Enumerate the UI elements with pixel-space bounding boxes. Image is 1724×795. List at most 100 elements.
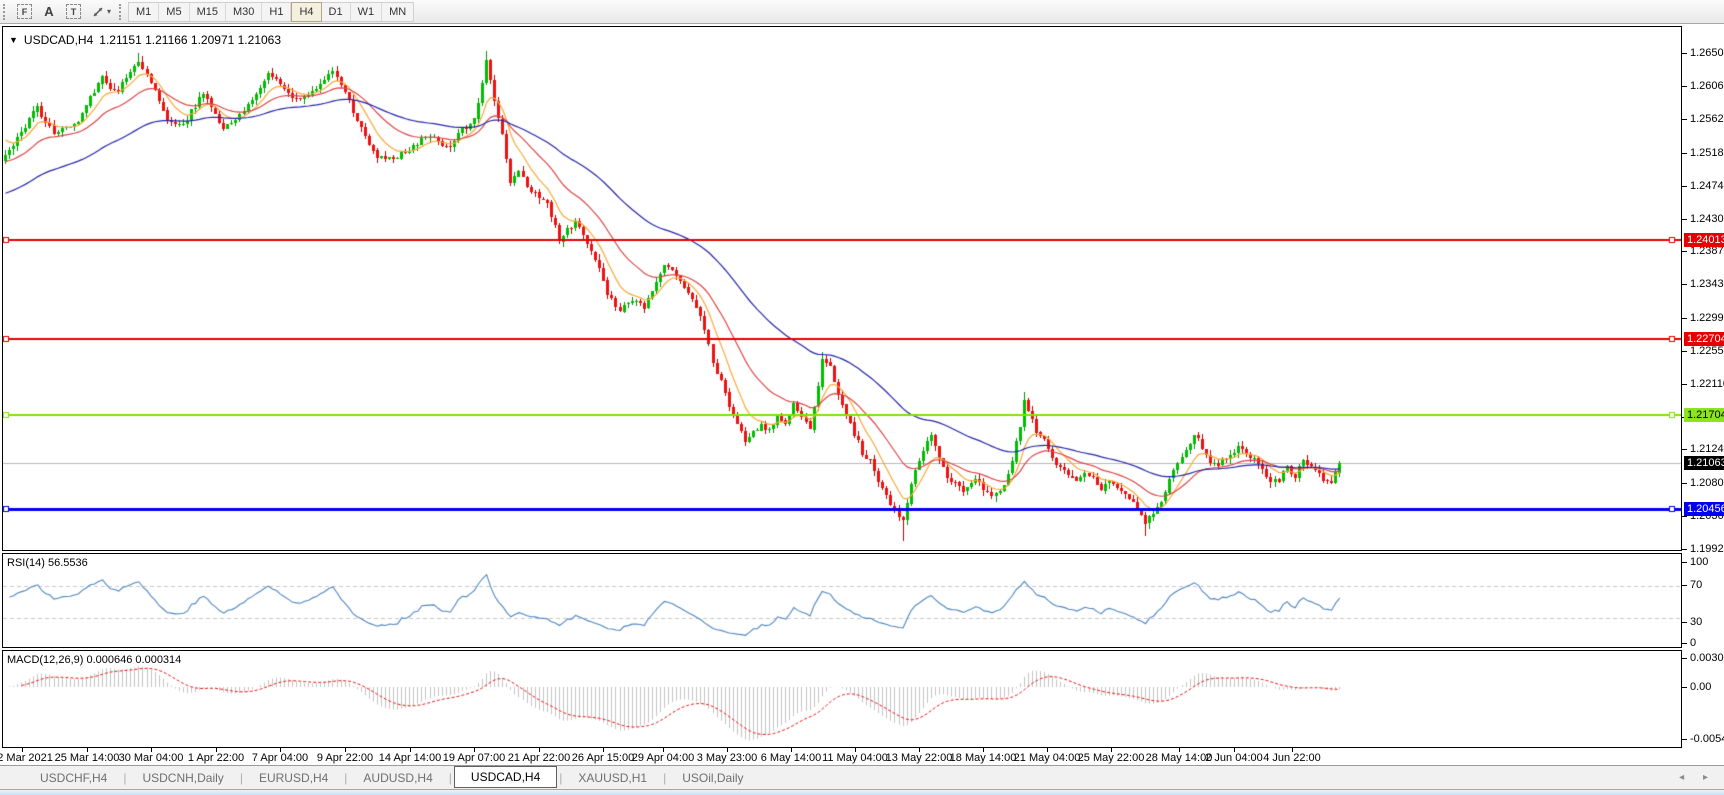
text-t-icon: T	[66, 4, 81, 19]
price-tick-tick	[1682, 351, 1687, 352]
macd-tick-tick	[1682, 687, 1687, 688]
price-tick-label: 1.25180	[1690, 147, 1724, 159]
timeframe-button-M15[interactable]: M15	[190, 3, 226, 21]
price-axis[interactable]: 1.26500 1.26060 1.25620 1.25180 1.24740 1.243…	[1682, 24, 1724, 750]
rsi-tick-tick	[1682, 643, 1687, 644]
timeframe-button-M1[interactable]: M1	[129, 3, 159, 21]
tab-divider: |	[557, 771, 564, 785]
arrow-objects-button[interactable]: ▾	[87, 2, 115, 22]
timeframe-button-MN[interactable]: MN	[382, 3, 413, 21]
timeframe-button-M5[interactable]: M5	[159, 3, 189, 21]
timeframe-button-D1[interactable]: D1	[322, 3, 351, 21]
main-chart-canvas[interactable]	[3, 27, 1681, 550]
date-label: 21 May 04:00	[1014, 752, 1081, 764]
hline-price-label: 1.20456	[1684, 502, 1724, 516]
price-tick-tick	[1682, 449, 1687, 450]
timeframe-button-W1[interactable]: W1	[351, 3, 383, 21]
rsi-tick-label: 70	[1690, 579, 1702, 591]
tab-divider: |	[447, 771, 454, 785]
macd-panel: MACD(12,26,9) 0.000646 0.000314	[2, 650, 1682, 748]
price-tick-tick	[1682, 483, 1687, 484]
hline-price-label: 1.22704	[1684, 332, 1724, 346]
price-tick-label: 1.24300	[1690, 213, 1724, 225]
rsi-tick-tick	[1682, 585, 1687, 586]
price-tick-label: 1.26060	[1690, 80, 1724, 92]
time-axis[interactable]: 22 Mar 202125 Mar 14:0030 Mar 04:001 Apr…	[2, 748, 1682, 765]
mt4-window: { "toolbar": { "icons": [ {"name": "char…	[0, 0, 1724, 795]
date-label: 11 May 04:00	[822, 752, 888, 764]
price-tick-label: 1.26500	[1690, 47, 1724, 59]
date-label: 19 Apr 07:00	[443, 752, 505, 764]
chart-ohlc: 1.21151 1.21166 1.20971 1.21063	[99, 33, 281, 47]
price-tick-tick	[1682, 86, 1687, 87]
price-tick-tick	[1682, 318, 1687, 319]
macd-tick-tick	[1682, 658, 1687, 659]
price-tick-label: 1.21240	[1690, 443, 1724, 455]
rsi-tick-label: 100	[1690, 556, 1708, 568]
price-tick-tick	[1682, 53, 1687, 54]
rsi-label: RSI(14) 56.5536	[7, 557, 88, 569]
date-label: 28 May 14:00	[1146, 752, 1213, 764]
tab-usoil-daily[interactable]: USOil,Daily	[668, 768, 757, 788]
toolbar-grip[interactable]	[119, 4, 124, 20]
hline-price-label: 1.24013	[1684, 233, 1724, 247]
date-label: 4 Jun 22:00	[1263, 752, 1321, 764]
tab-xauusd-h1[interactable]: XAUUSD,H1	[564, 768, 661, 788]
price-tick-label: 1.25620	[1690, 113, 1724, 125]
symbol-dropdown-icon[interactable]: ▼	[9, 35, 18, 45]
tab-scroll-arrows[interactable]: ◂ ▸	[1679, 772, 1716, 783]
toolbar-grip[interactable]	[3, 4, 8, 20]
tab-audusd-h4[interactable]: AUDUSD,H4	[349, 768, 446, 788]
rsi-tick-tick	[1682, 622, 1687, 623]
macd-tick-label: 0.00	[1690, 681, 1711, 693]
timeframe-button-H1[interactable]: H1	[262, 3, 291, 21]
price-tick-label: 1.24740	[1690, 180, 1724, 192]
date-label: 9 Apr 22:00	[317, 752, 373, 764]
timeframe-button-M30[interactable]: M30	[226, 3, 262, 21]
date-label: 14 Apr 14:00	[379, 752, 441, 764]
macd-tick-label: 0.003035	[1690, 652, 1724, 664]
tab-eurusd-h4[interactable]: EURUSD,H4	[245, 768, 342, 788]
date-label: 18 May 14:00	[950, 752, 1017, 764]
date-label: 2 Jun 04:00	[1205, 752, 1263, 764]
text-a-icon: A	[44, 4, 53, 19]
current-price-label: 1.21063	[1684, 456, 1724, 470]
date-label: 25 Mar 14:00	[55, 752, 120, 764]
text-tool-button[interactable]: A	[38, 2, 60, 22]
chart-template-button[interactable]: F	[13, 2, 36, 22]
macd-canvas[interactable]	[3, 651, 1681, 747]
tab-divider: |	[342, 771, 349, 785]
tab-usdcnh-daily[interactable]: USDCNH,Daily	[128, 768, 237, 788]
price-tick-tick	[1682, 119, 1687, 120]
text-label-button[interactable]: T	[62, 2, 85, 22]
tab-usdchf-h4[interactable]: USDCHF,H4	[26, 768, 121, 788]
price-tick-label: 1.19920	[1690, 543, 1724, 555]
rsi-tick-tick	[1682, 562, 1687, 563]
price-tick-label: 1.23430	[1690, 278, 1724, 290]
timeframe-button-H4[interactable]: H4	[291, 2, 321, 22]
date-label: 7 Apr 04:00	[252, 752, 308, 764]
chart-symbol: USDCAD,H4	[24, 33, 93, 47]
rsi-canvas[interactable]	[3, 554, 1681, 647]
status-strip	[0, 789, 1724, 795]
date-label: 21 Apr 22:00	[508, 752, 570, 764]
price-tick-label: 1.22110	[1690, 378, 1724, 390]
price-tick-tick	[1682, 549, 1687, 550]
macd-tick-tick	[1682, 739, 1687, 740]
price-tick-tick	[1682, 186, 1687, 187]
price-tick-tick	[1682, 384, 1687, 385]
price-tick-tick	[1682, 284, 1687, 285]
date-label: 26 Apr 15:00	[572, 752, 634, 764]
main-chart-panel: ▼ USDCAD,H4 1.21151 1.21166 1.20971 1.21…	[2, 26, 1682, 551]
price-tick-label: 1.22550	[1690, 345, 1724, 357]
price-tick-tick	[1682, 153, 1687, 154]
arrow-objects-icon	[91, 5, 105, 19]
chart-tab-bar: USDCHF,H4|USDCNH,Daily|EURUSD,H4|AUDUSD,…	[0, 765, 1724, 789]
rsi-tick-label: 30	[1690, 616, 1702, 628]
date-label: 30 Mar 04:00	[119, 752, 184, 764]
tab-usdcad-h4[interactable]: USDCAD,H4	[454, 766, 557, 788]
dropdown-caret-icon: ▾	[107, 7, 111, 16]
macd-label: MACD(12,26,9) 0.000646 0.000314	[7, 654, 181, 666]
tab-divider: |	[238, 771, 245, 785]
date-label: 6 May 14:00	[761, 752, 822, 764]
